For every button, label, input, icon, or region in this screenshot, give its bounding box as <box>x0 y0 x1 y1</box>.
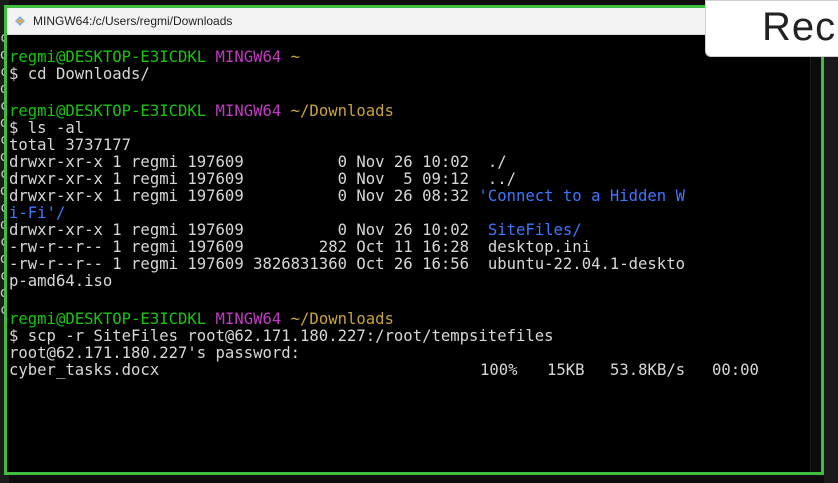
listing-row: drwxr-xr-x 1 regmi 197609 0 Nov 5 09:12 … <box>9 171 516 188</box>
listing-name: ubuntu-22.04.1-deskto <box>487 255 685 273</box>
transfer-size: 15KB <box>547 361 585 379</box>
listing-row: drwxr-xr-x 1 regmi 197609 0 Nov 26 10:02… <box>9 154 507 171</box>
prompt-path: ~/Downloads <box>290 310 394 328</box>
listing-row: drwxr-xr-x 1 regmi 197609 0 Nov 26 08:32… <box>9 188 685 205</box>
listing-row-wrap: i-Fi'/ <box>9 205 65 222</box>
rec-label: Rec <box>762 5 837 49</box>
prompt-shell: MINGW64 <box>215 48 282 66</box>
prompt-user: regmi@DESKTOP-E3ICDKL <box>9 102 207 120</box>
prompt-path: ~ <box>290 48 301 66</box>
listing-row-wrap: p-amd64.iso <box>9 273 112 290</box>
listing-name: i-Fi'/ <box>9 204 66 222</box>
terminal-window[interactable]: MINGW64:/c/Users/regmi/Downloads regmi@D… <box>4 5 824 475</box>
transfer-rate: 53.8KB/s <box>610 361 686 379</box>
listing-name: ./ <box>487 153 507 171</box>
listing-name: 'Connect to a Hidden W <box>478 187 685 205</box>
listing-meta: drwxr-xr-x 1 regmi 197609 0 Nov 5 09:12 <box>9 170 488 188</box>
prompt-user: regmi@DESKTOP-E3ICDKL <box>9 310 207 328</box>
listing-meta: drwxr-xr-x 1 regmi 197609 0 Nov 26 10:02 <box>9 153 488 171</box>
transfer-file: cyber_tasks.docx <box>9 361 160 379</box>
terminal-scrollbar[interactable] <box>810 35 821 472</box>
prompt-shell: MINGW64 <box>215 102 282 120</box>
window-titlebar[interactable]: MINGW64:/c/Users/regmi/Downloads <box>7 8 821 35</box>
prompt-line: regmi@DESKTOP-E3ICDKL MINGW64 ~ <box>9 49 300 66</box>
mingw-terminal-icon <box>13 14 27 28</box>
listing-meta: -rw-r--r-- 1 regmi 197609 3826831360 Oct… <box>9 255 488 273</box>
listing-name: SiteFiles/ <box>487 221 582 239</box>
prompt-path: ~/Downloads <box>290 102 394 120</box>
listing-name: ../ <box>487 170 516 188</box>
prompt-line: regmi@DESKTOP-E3ICDKL MINGW64 ~/Download… <box>9 311 394 328</box>
window-title: MINGW64:/c/Users/regmi/Downloads <box>33 14 233 28</box>
listing-meta: -rw-r--r-- 1 regmi 197609 282 Oct 11 16:… <box>9 238 488 256</box>
listing-name: p-amd64.iso <box>9 272 113 290</box>
recording-overlay: Rec <box>705 0 838 57</box>
listing-row: drwxr-xr-x 1 regmi 197609 0 Nov 26 10:02… <box>9 222 582 239</box>
transfer-percent: 100% <box>480 361 518 379</box>
command-line: $ scp -r SiteFiles root@62.171.180.227:/… <box>9 327 554 345</box>
background-right-edge <box>824 57 838 483</box>
prompt-shell: MINGW64 <box>215 310 282 328</box>
password-prompt: root@62.171.180.227's password: <box>9 344 301 362</box>
terminal-output[interactable]: regmi@DESKTOP-E3ICDKL MINGW64 ~ $ cd Dow… <box>7 35 821 472</box>
command-line: $ cd Downloads/ <box>9 65 150 83</box>
listing-name: desktop.ini <box>487 238 592 256</box>
listing-row: -rw-r--r-- 1 regmi 197609 282 Oct 11 16:… <box>9 239 591 256</box>
prompt-user: regmi@DESKTOP-E3ICDKL <box>9 48 207 66</box>
prompt-line: regmi@DESKTOP-E3ICDKL MINGW64 ~/Download… <box>9 103 394 120</box>
transfer-eta: 00:00 <box>712 361 759 379</box>
listing-meta: drwxr-xr-x 1 regmi 197609 0 Nov 26 08:32 <box>9 187 479 205</box>
listing-total: total 3737177 <box>9 136 132 154</box>
listing-meta: drwxr-xr-x 1 regmi 197609 0 Nov 26 10:02 <box>9 221 488 239</box>
listing-row: -rw-r--r-- 1 regmi 197609 3826831360 Oct… <box>9 256 685 273</box>
command-line: $ ls -al <box>9 119 85 137</box>
